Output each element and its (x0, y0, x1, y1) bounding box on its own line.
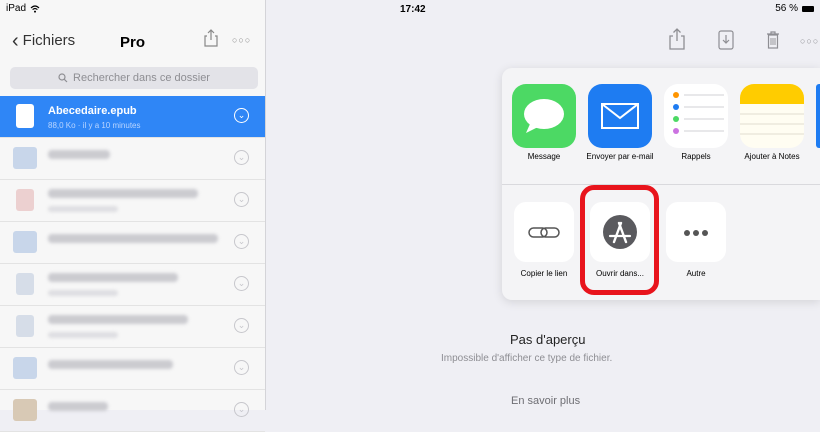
file-row[interactable]: ⌄ (0, 390, 265, 432)
file-options-icon[interactable]: ⌄ (234, 318, 249, 333)
file-browser-sidebar: ‹ Fichiers Pro ○○○ Rechercher dans ce do… (0, 0, 266, 432)
file-list: Abecedaire.epub 88,0 Ko · il y a 10 minu… (0, 96, 265, 432)
folder-icon (13, 147, 37, 169)
messages-app-button[interactable] (512, 84, 576, 148)
file-row[interactable]: ⌄ (0, 264, 265, 306)
ebook-file-icon (16, 104, 34, 128)
app-label: Rappels (681, 152, 711, 161)
file-options-icon[interactable]: ⌄ (234, 234, 249, 249)
folder-title: Pro (120, 34, 146, 51)
app-label: Message (527, 152, 561, 161)
blurred-file-name (48, 315, 188, 324)
learn-more-link[interactable]: En savoir plus (511, 395, 580, 407)
file-row[interactable]: ⌄ (0, 306, 265, 348)
wifi-icon (30, 4, 40, 13)
file-options-icon[interactable]: ⌄ (234, 360, 249, 375)
more-options-icon[interactable]: ○○○ (232, 35, 251, 45)
download-icon[interactable] (718, 30, 734, 50)
sidebar-nav-bar: ‹ Fichiers Pro ○○○ (0, 20, 265, 60)
share-sheet: Message Envoyer par e-mail Rappels Ajout… (502, 68, 820, 300)
file-row[interactable]: ⌄ (0, 180, 265, 222)
image-file-icon (13, 399, 37, 421)
file-row[interactable]: ⌄ (0, 222, 265, 264)
search-field[interactable]: Rechercher dans ce dossier (10, 67, 258, 89)
back-label: Fichiers (22, 32, 76, 49)
file-options-icon[interactable]: ⌄ (234, 108, 249, 123)
share-sheet-divider (502, 184, 820, 185)
reminders-app-button[interactable] (664, 84, 728, 148)
file-name: Abecedaire.epub (48, 105, 137, 117)
document-file-icon (16, 273, 34, 295)
blurred-file-name (48, 273, 178, 282)
next-app-partial (816, 84, 820, 148)
back-button[interactable]: ‹ Fichiers (12, 29, 76, 52)
action-label: Autre (686, 269, 706, 278)
blurred-file-name (48, 150, 110, 159)
blurred-file-name (48, 234, 218, 243)
file-row-selected[interactable]: Abecedaire.epub 88,0 Ko · il y a 10 minu… (0, 96, 265, 138)
link-icon (528, 227, 560, 238)
blurred-file-meta (48, 332, 118, 338)
no-preview-subtitle: Impossible d'afficher ce type de fichier… (441, 353, 613, 364)
file-row[interactable]: ⌄ (0, 138, 265, 180)
mail-app-button[interactable] (588, 84, 652, 148)
share-icon[interactable] (668, 28, 686, 50)
more-icon (684, 230, 708, 236)
file-options-icon[interactable]: ⌄ (234, 276, 249, 291)
search-placeholder: Rechercher dans ce dossier (73, 72, 210, 84)
pdf-file-icon (16, 189, 34, 211)
trash-icon[interactable] (766, 31, 780, 49)
messages-icon (524, 99, 564, 133)
blurred-file-name (48, 189, 198, 198)
more-options-icon[interactable]: ○○○ (800, 36, 819, 46)
file-options-icon[interactable]: ⌄ (234, 150, 249, 165)
battery-percent: 56 % (775, 3, 798, 14)
more-actions-button[interactable] (666, 202, 726, 262)
file-meta: 88,0 Ko · il y a 10 minutes (48, 121, 141, 130)
notes-icon (740, 84, 804, 135)
status-bar: iPad 17:42 56 % (0, 0, 820, 20)
no-preview-title: Pas d'aperçu (510, 332, 586, 347)
device-name: iPad (6, 3, 27, 14)
blurred-file-meta (48, 206, 118, 212)
share-icon[interactable] (203, 29, 219, 47)
file-row[interactable]: ⌄ (0, 348, 265, 390)
red-highlight-annotation (580, 185, 659, 295)
search-icon (58, 73, 68, 83)
notes-app-button[interactable] (740, 84, 804, 148)
app-label: Envoyer par e-mail (586, 152, 654, 161)
blurred-file-meta (48, 290, 118, 296)
document-file-icon (16, 315, 34, 337)
reminders-icon (673, 92, 724, 134)
clock: 17:42 (400, 4, 426, 15)
app-label: Ajouter à Notes (744, 152, 800, 161)
file-options-icon[interactable]: ⌄ (234, 192, 249, 207)
folder-icon (13, 231, 37, 253)
copy-link-button[interactable] (514, 202, 574, 262)
action-label: Copier le lien (520, 269, 568, 278)
blurred-file-name (48, 360, 173, 369)
chevron-left-icon: ‹ (12, 29, 19, 52)
folder-icon (13, 357, 37, 379)
mail-icon (601, 103, 639, 129)
battery-icon (802, 5, 814, 12)
